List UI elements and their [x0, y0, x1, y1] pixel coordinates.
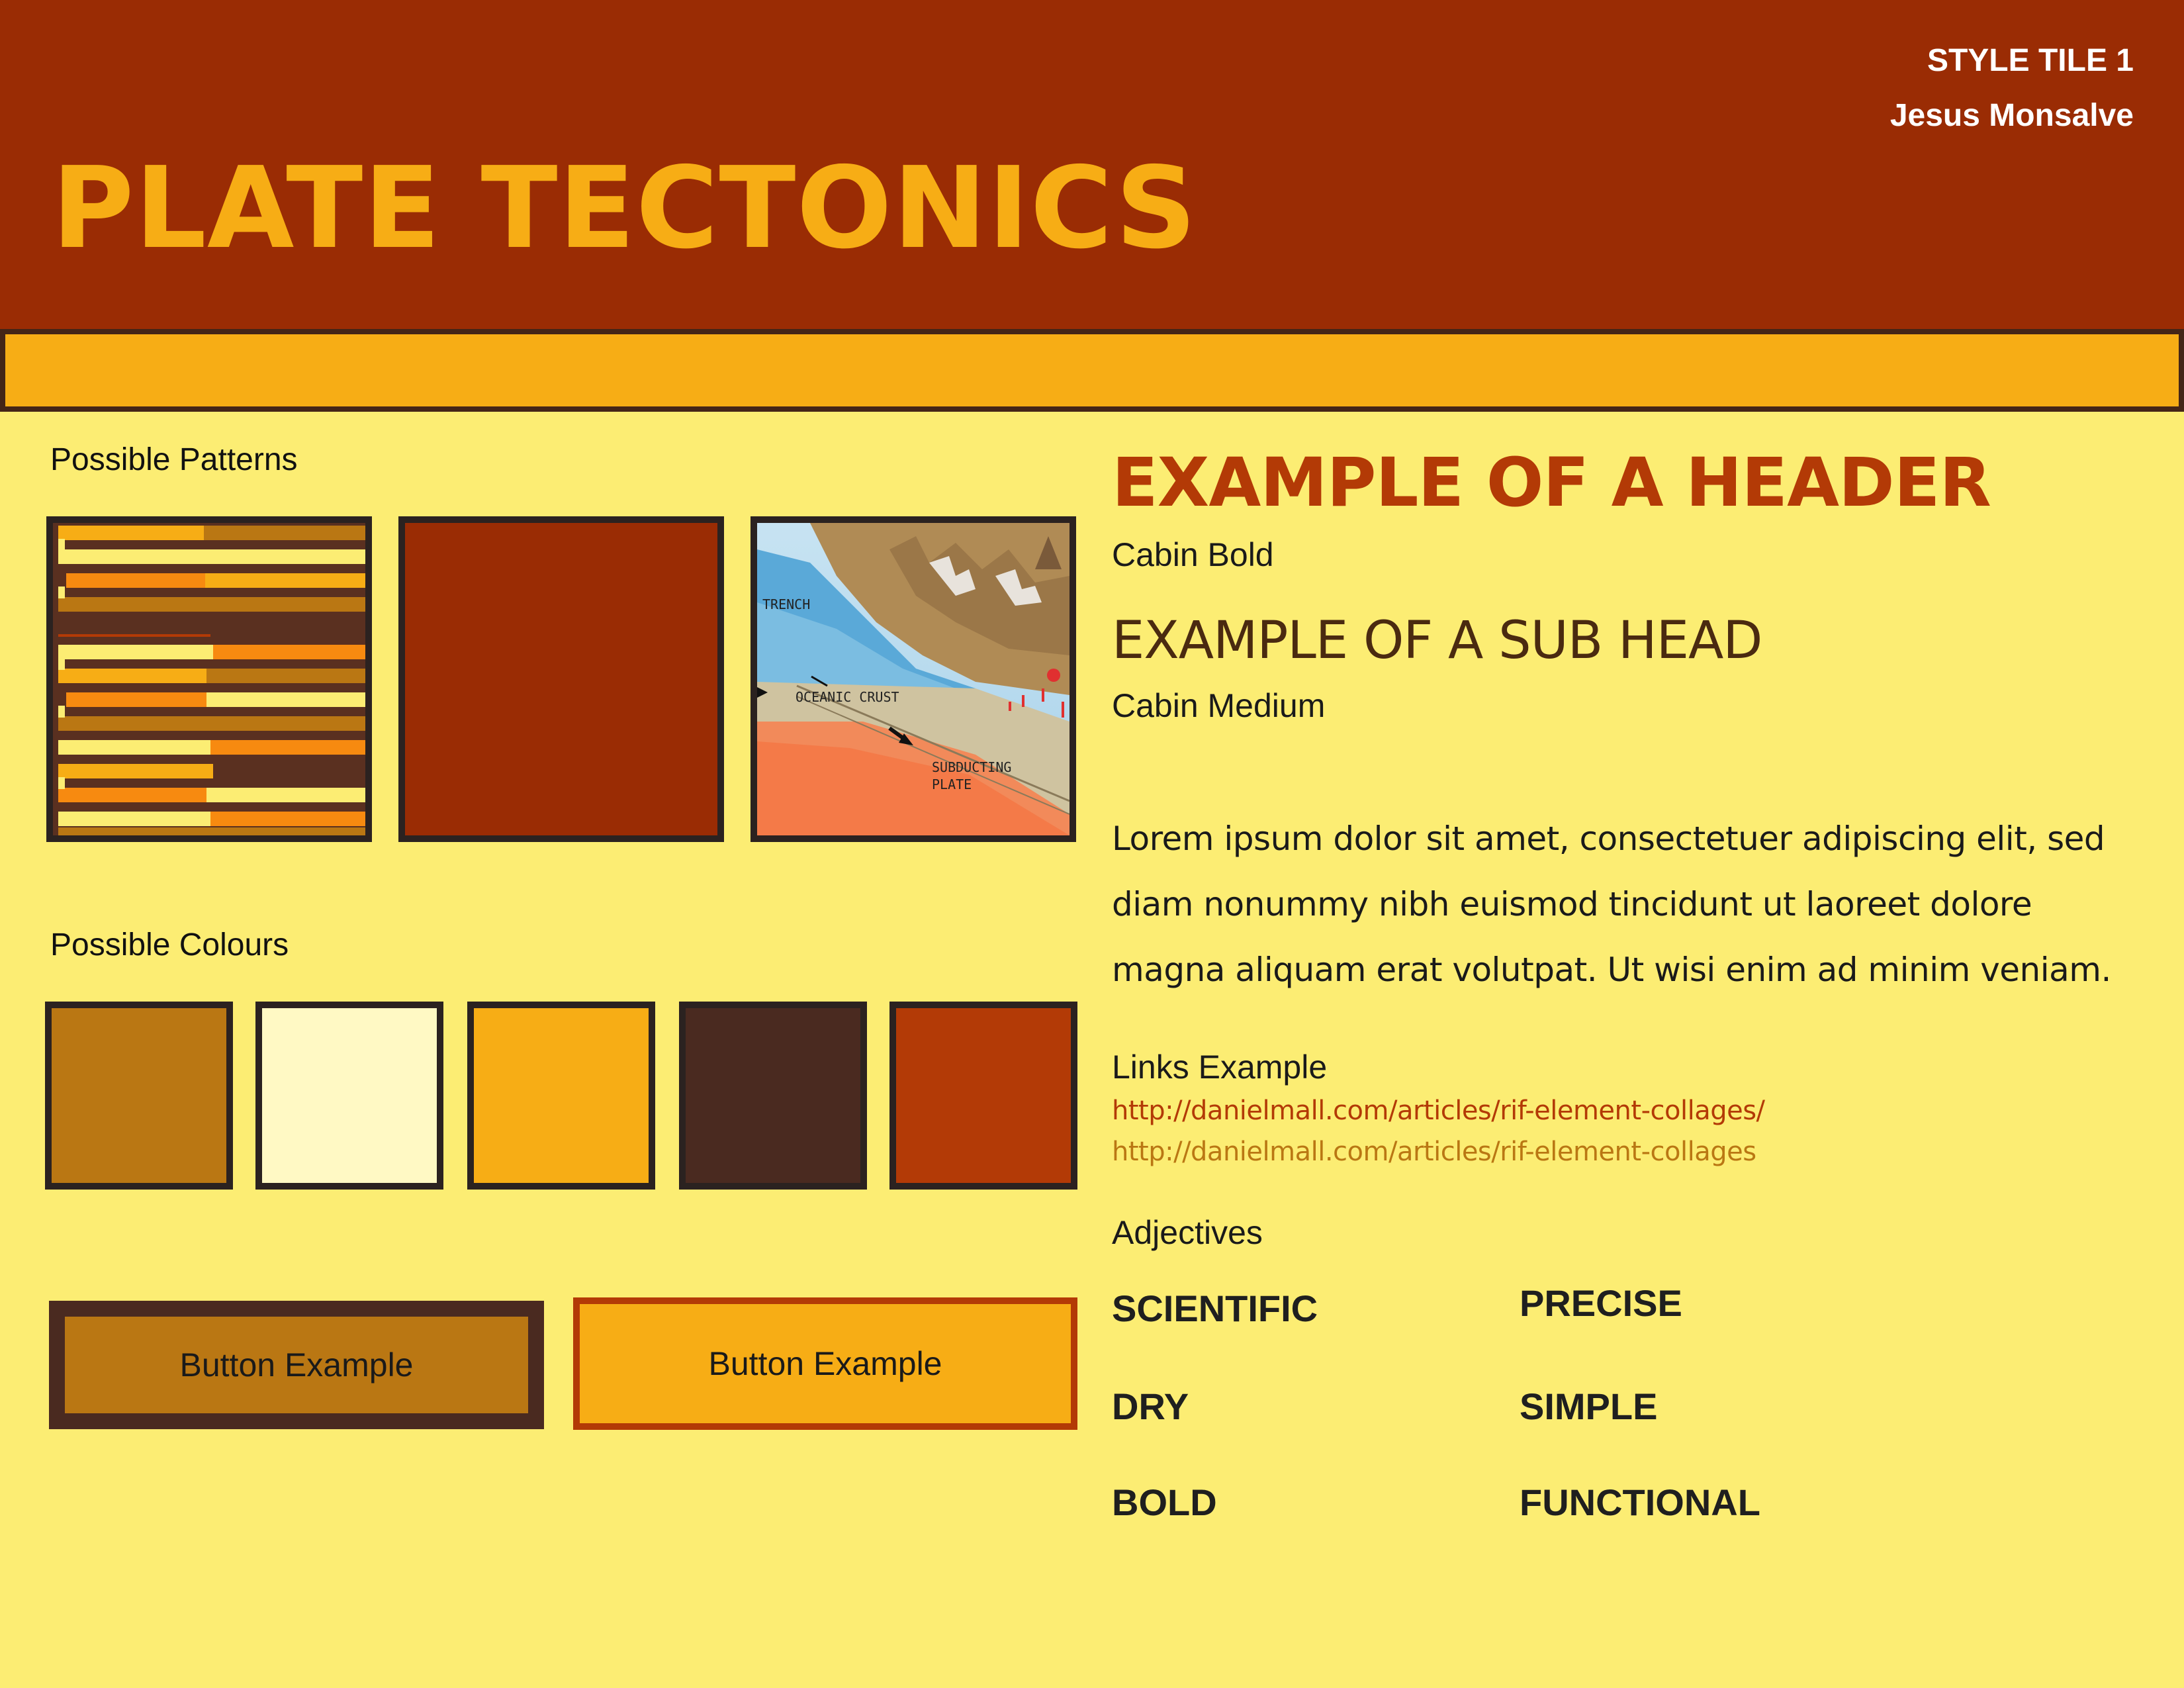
subduction-diagram-graphic: TRENCH OCEANIC CRUST SUBDUCTING PLATE: [757, 523, 1069, 835]
solid-pattern-tile: [398, 516, 724, 842]
plate-label: PLATE: [932, 776, 972, 792]
link-example[interactable]: http://danielmall.com/articles/rif-eleme…: [1112, 1092, 1765, 1129]
colour-swatch-amber: [467, 1002, 655, 1190]
header-example: EXAMPLE OF A HEADER: [1112, 444, 1991, 522]
subhead-font-name: Cabin Medium: [1112, 687, 1326, 724]
page-title: PLATE TECTONICS: [52, 143, 1197, 274]
adjective-item: DRY: [1112, 1385, 1189, 1427]
visited-link-example[interactable]: http://danielmall.com/articles/rif-eleme…: [1112, 1133, 1756, 1170]
stripe-pattern-tile: [46, 516, 372, 842]
body-text-sample: Lorem ipsum dolor sit amet, consectetuer…: [1112, 820, 2111, 989]
links-label: Links Example: [1112, 1049, 1328, 1086]
stripe-pattern-graphic: [53, 523, 365, 835]
subduction-diagram-tile: TRENCH OCEANIC CRUST SUBDUCTING PLATE: [751, 516, 1076, 842]
accent-stripe: [0, 329, 2184, 412]
secondary-button[interactable]: Button Example: [573, 1297, 1077, 1430]
subhead-example: EXAMPLE OF A SUB HEAD: [1112, 611, 1762, 671]
patterns-label: Possible Patterns: [50, 442, 298, 477]
adjective-item: SIMPLE: [1520, 1385, 1658, 1427]
colours-label: Possible Colours: [50, 927, 289, 962]
adjective-item: SCIENTIFIC: [1112, 1288, 1318, 1329]
oceanic-crust-label: OCEANIC CRUST: [796, 689, 899, 705]
adjective-item: FUNCTIONAL: [1520, 1481, 1760, 1523]
adjectives-label: Adjectives: [1112, 1214, 1263, 1251]
adjective-item: PRECISE: [1520, 1282, 1682, 1324]
subducting-label: SUBDUCTING: [932, 759, 1011, 775]
colour-swatch-rust: [889, 1002, 1077, 1190]
header-font-name: Cabin Bold: [1112, 536, 1274, 573]
adjective-item: BOLD: [1112, 1481, 1217, 1523]
author-name: Jesus Monsalve: [1889, 98, 2134, 133]
colour-swatch-dark-brown: [679, 1002, 867, 1190]
style-tile-label: STYLE TILE 1: [1927, 43, 2134, 78]
primary-button[interactable]: Button Example: [49, 1301, 544, 1429]
colour-swatch-ochre: [45, 1002, 233, 1190]
trench-label: TRENCH: [762, 596, 810, 612]
colour-swatch-cream: [255, 1002, 443, 1190]
